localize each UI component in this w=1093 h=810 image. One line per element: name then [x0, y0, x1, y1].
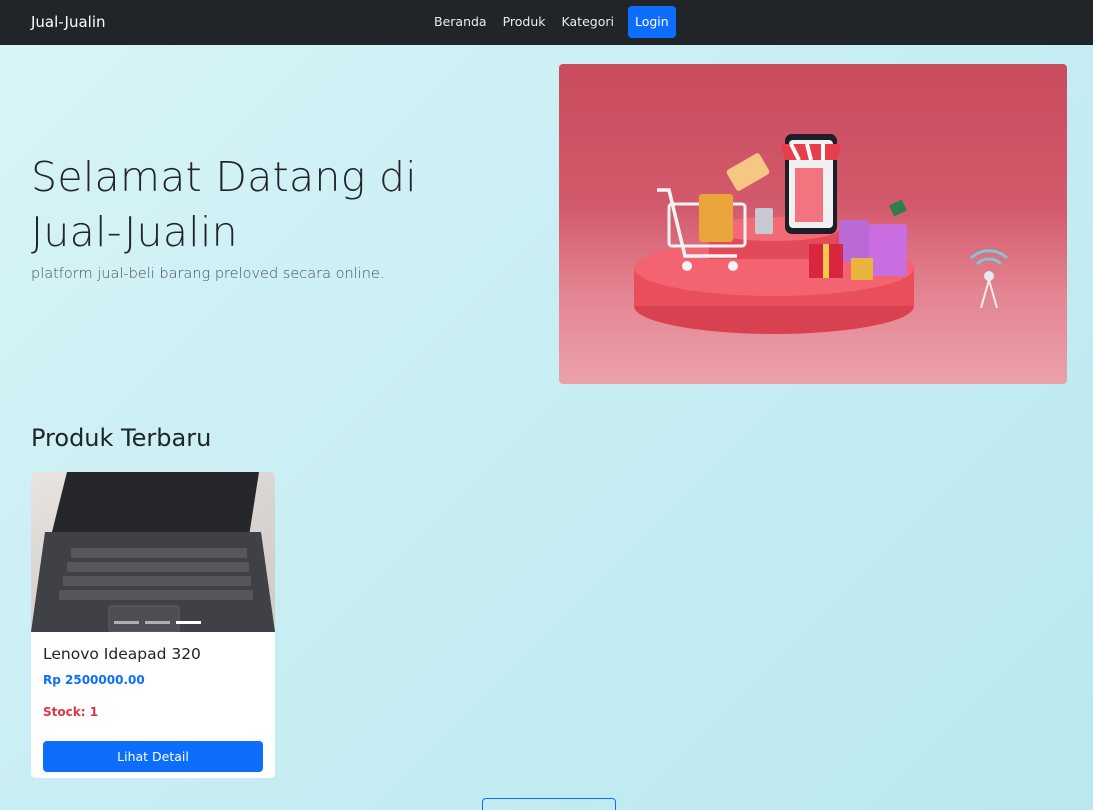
- carousel-indicator-2[interactable]: [145, 621, 170, 624]
- hero-title: Selamat Datang di Jual-Jualin: [31, 153, 417, 256]
- nav-link-produk[interactable]: Produk: [495, 6, 554, 38]
- section-title-latest: Produk Terbaru: [31, 424, 212, 452]
- hero-shopping-illustration: [559, 64, 1067, 384]
- product-price: Rp 2500000.00: [43, 673, 145, 687]
- view-detail-button[interactable]: Lihat Detail: [43, 741, 263, 772]
- nav-link-kategori[interactable]: Kategori: [554, 6, 622, 38]
- carousel-indicator-1[interactable]: [114, 621, 139, 624]
- laptop-photo: [31, 472, 275, 632]
- product-image-carousel[interactable]: [31, 472, 275, 632]
- carousel-indicator-3[interactable]: [176, 621, 201, 624]
- nav-links: Beranda Produk Kategori Login: [426, 6, 676, 38]
- product-stock: Stock: 1: [43, 705, 99, 719]
- navbar-brand[interactable]: Jual-Jualin: [31, 12, 106, 32]
- hero-illustration-svg: [634, 134, 1009, 334]
- hero-subtitle: platform jual-beli barang preloved secar…: [31, 266, 385, 282]
- product-name: Lenovo Ideapad 320: [43, 645, 201, 663]
- product-card: Lenovo Ideapad 320 Rp 2500000.00 Stock: …: [31, 472, 275, 778]
- view-all-products-button[interactable]: Lihat Semua Produk: [482, 798, 616, 810]
- navbar: Jual-Jualin Beranda Produk Kategori Logi…: [0, 0, 1093, 45]
- login-button[interactable]: Login: [627, 6, 676, 38]
- carousel-indicators: [111, 621, 204, 624]
- nav-link-beranda[interactable]: Beranda: [426, 6, 495, 38]
